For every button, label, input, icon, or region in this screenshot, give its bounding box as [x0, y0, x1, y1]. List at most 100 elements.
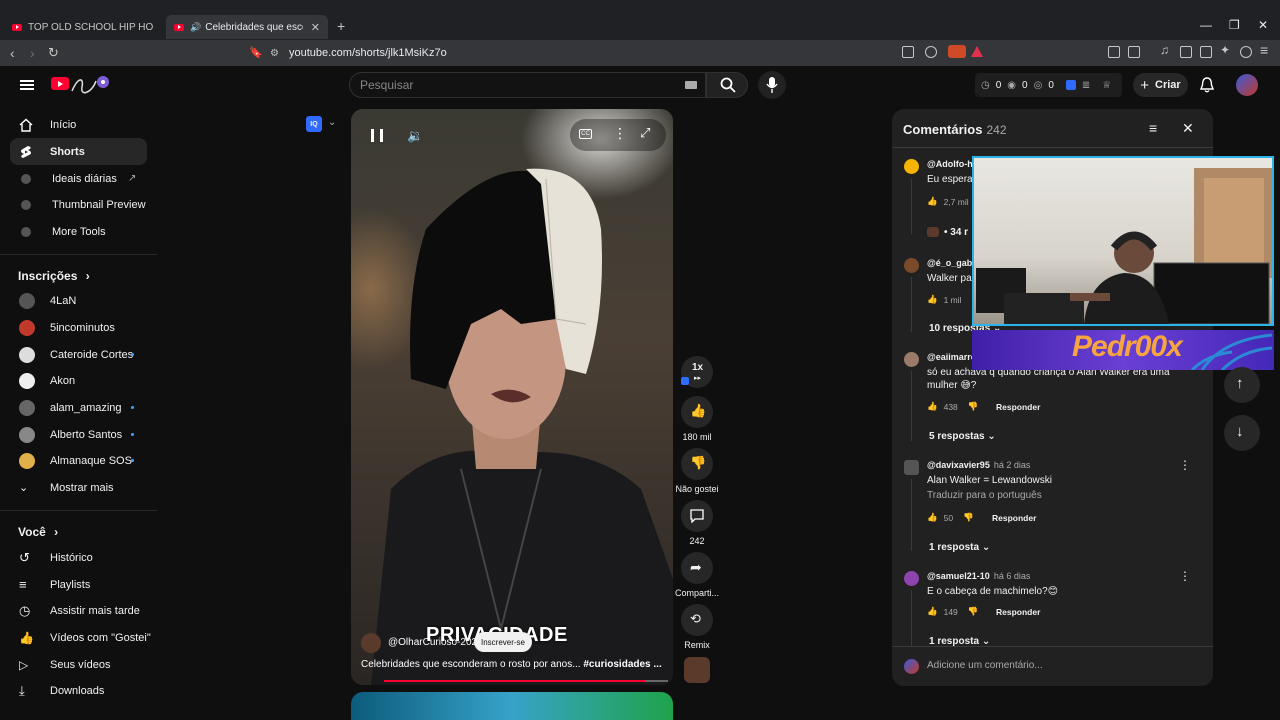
- thumbs-down-icon[interactable]: 👎: [963, 512, 974, 523]
- sidebar-item-watch-later[interactable]: ◷ Assistir mais tarde: [10, 597, 147, 624]
- search-input[interactable]: Pesquisar: [349, 72, 706, 98]
- avatar[interactable]: [904, 258, 919, 273]
- sidebar-item-downloads[interactable]: ⤓ Downloads: [10, 677, 147, 704]
- comment-menu-icon[interactable]: ⋮: [1179, 569, 1191, 583]
- tab-close-icon[interactable]: ✕: [311, 21, 320, 34]
- sort-icon[interactable]: ≡: [1149, 120, 1157, 136]
- sidebar-item-historico[interactable]: ↺ Histórico: [10, 544, 147, 571]
- close-icon[interactable]: ✕: [1182, 120, 1194, 137]
- next-short-preview[interactable]: [351, 692, 673, 720]
- sidebar-toggle-icon[interactable]: [1180, 46, 1192, 58]
- volume-icon[interactable]: 🔉: [407, 128, 423, 144]
- avatar[interactable]: [904, 571, 919, 586]
- forward-icon[interactable]: ›: [30, 45, 35, 61]
- thumbs-up-icon[interactable]: 👍: [927, 196, 938, 207]
- site-info-icon[interactable]: ⚙: [270, 48, 279, 59]
- sidebar-item-your-videos[interactable]: ▷ Seus vídeos: [10, 651, 147, 678]
- leo-ai-icon[interactable]: ✦: [1220, 43, 1232, 57]
- subscription-item[interactable]: Akon: [10, 367, 147, 394]
- comment-author[interactable]: @Adolfo-h5: [927, 159, 978, 169]
- thumbs-up-icon[interactable]: 👍: [927, 401, 938, 412]
- share-icon[interactable]: [925, 46, 937, 58]
- minimize-icon[interactable]: —: [1200, 18, 1212, 32]
- vpn-icon[interactable]: [1240, 46, 1252, 58]
- comment-author[interactable]: @eaiimarre: [927, 352, 976, 362]
- sidebar-item-ideais[interactable]: Ideais diárias ↗: [10, 165, 147, 192]
- reply-button[interactable]: Responder: [996, 607, 1040, 617]
- subscription-item[interactable]: Cateroide Cortes: [10, 341, 147, 368]
- tab-hiphop[interactable]: TOP OLD SCHOOL HIP HOP 🔥 50 Cl: [4, 15, 162, 39]
- brave-rewards-icon[interactable]: [971, 46, 983, 57]
- avatar[interactable]: [904, 460, 919, 475]
- avatar[interactable]: [904, 159, 919, 174]
- comment-author[interactable]: @davixavier95 há 2 dias: [927, 460, 1030, 470]
- sound-thumbnail[interactable]: [684, 657, 710, 683]
- add-comment-input[interactable]: Adicione um comentário...: [927, 660, 1043, 671]
- video-title[interactable]: Celebridades que esconderam o rosto por …: [361, 659, 662, 670]
- sidebar-item-playlists[interactable]: ≡ Playlists: [10, 571, 147, 598]
- vidiq-icon[interactable]: [1065, 80, 1076, 90]
- window-close-icon[interactable]: ✕: [1258, 18, 1268, 32]
- trophy-icon[interactable]: ♕: [1102, 80, 1111, 91]
- avatar[interactable]: [904, 352, 919, 367]
- search-button[interactable]: [706, 72, 748, 98]
- reply-button[interactable]: Responder: [992, 513, 1036, 523]
- brave-shield-icon[interactable]: [948, 45, 966, 58]
- create-button[interactable]: + Criar: [1133, 73, 1188, 97]
- channel-handle[interactable]: @OlharCurioso-202: [388, 637, 477, 648]
- menu-icon[interactable]: ≡: [1260, 42, 1272, 58]
- channel-avatar[interactable]: [361, 633, 381, 653]
- wallet-icon[interactable]: [1200, 46, 1212, 58]
- sidebar-item-inicio[interactable]: Início: [10, 111, 147, 138]
- sidebar-item-thumbnail-preview[interactable]: Thumbnail Preview: [10, 191, 147, 218]
- replies-toggle[interactable]: 5 respostas ⌄: [929, 431, 996, 442]
- more-options-icon[interactable]: ⋮: [613, 125, 627, 142]
- voice-search-button[interactable]: [758, 71, 786, 99]
- previous-short-button[interactable]: ↑: [1224, 367, 1260, 403]
- video-progress-bar[interactable]: [384, 680, 668, 682]
- subscription-item[interactable]: Almanaque SOS: [10, 447, 147, 474]
- thumbs-up-icon[interactable]: 👍: [927, 294, 938, 305]
- replies-toggle[interactable]: • 34 r: [944, 227, 968, 238]
- reply-button[interactable]: Responder: [996, 402, 1040, 412]
- extensions-icon[interactable]: [1108, 46, 1120, 58]
- url-field[interactable]: ⚙ youtube.com/shorts/jlk1MsiKz7o: [270, 42, 890, 64]
- thumbs-up-icon[interactable]: 👍: [927, 512, 938, 523]
- subscribe-button[interactable]: Inscrever-se: [474, 632, 532, 652]
- comment-author[interactable]: @é_o_gab: [927, 258, 972, 268]
- music-icon[interactable]: ♫: [1160, 43, 1172, 57]
- thumbs-down-icon[interactable]: 👎: [968, 401, 979, 412]
- dislike-button[interactable]: 👎: [681, 448, 713, 480]
- subscription-item[interactable]: Alberto Santos: [10, 421, 147, 448]
- replies-toggle[interactable]: 1 resposta ⌄: [929, 542, 990, 553]
- chart-icon[interactable]: ≣: [1082, 80, 1090, 91]
- thumbs-up-icon[interactable]: 👍: [927, 606, 938, 617]
- vidiq-counters[interactable]: ◷ 0 ◉ 0 ◎ 0 ≣ ♕: [975, 73, 1122, 97]
- reload-icon[interactable]: ↻: [48, 45, 59, 61]
- keyboard-icon[interactable]: [685, 81, 697, 89]
- sidebar-item-more-tools[interactable]: More Tools: [10, 218, 147, 245]
- fullscreen-icon[interactable]: ⤢: [640, 125, 650, 141]
- youtube-logo-icon[interactable]: [51, 77, 69, 90]
- captions-icon[interactable]: CC: [579, 129, 592, 139]
- hamburger-menu-icon[interactable]: [20, 80, 34, 90]
- you-header[interactable]: Você ›: [18, 525, 58, 539]
- shorts-video-player[interactable]: CC ⋮ ⤢ 🔉: [351, 109, 673, 685]
- subscriptions-header[interactable]: Inscrições ›: [18, 269, 90, 283]
- sidebar-item-shorts[interactable]: Shorts: [10, 138, 147, 165]
- new-tab-button[interactable]: +: [337, 18, 345, 34]
- comment-menu-icon[interactable]: ⋮: [1179, 458, 1191, 472]
- chevron-down-icon[interactable]: ⌄: [328, 117, 336, 128]
- subscription-item[interactable]: 4LaN: [10, 287, 147, 314]
- comments-button[interactable]: [681, 500, 713, 532]
- screenshot-icon[interactable]: [1128, 46, 1140, 58]
- sidebar-item-liked-videos[interactable]: 👍 Vídeos com "Gostei": [10, 624, 151, 651]
- remix-button[interactable]: ⟲: [681, 604, 713, 636]
- bookmark-icon[interactable]: 🔖: [249, 45, 263, 61]
- subscription-item[interactable]: 5incominutos: [10, 314, 147, 341]
- thumbs-down-icon[interactable]: 👎: [968, 606, 979, 617]
- show-more-button[interactable]: ⌄ Mostrar mais: [10, 474, 147, 501]
- share-button[interactable]: ➦: [681, 552, 713, 584]
- vidiq-toggle-icon[interactable]: IQ: [306, 116, 322, 132]
- cast-icon[interactable]: [902, 46, 914, 58]
